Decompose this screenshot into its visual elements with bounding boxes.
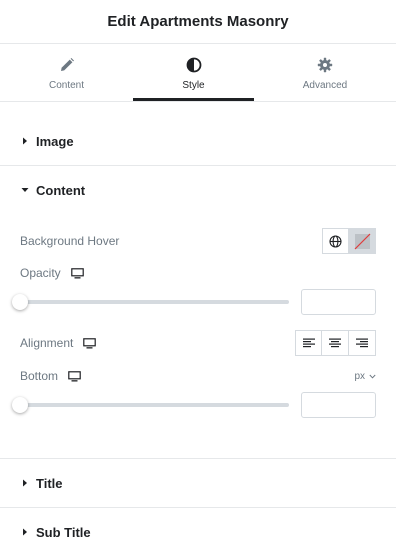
unit-select-value: px — [354, 370, 365, 382]
bottom-input[interactable] — [301, 392, 376, 418]
bottom-label: Bottom — [20, 369, 81, 383]
no-color-icon — [354, 233, 370, 249]
desktop-icon[interactable] — [68, 370, 81, 382]
tab-content-label: Content — [48, 80, 85, 91]
section-image-header[interactable]: Image — [0, 117, 396, 165]
opacity-label: Opacity — [20, 266, 84, 280]
panel-tabs: Content Style Advanced — [0, 44, 396, 102]
opacity-input[interactable] — [301, 289, 376, 315]
background-hover-control: Background Hover — [20, 226, 376, 256]
background-type-group — [322, 228, 376, 254]
caret-right-icon — [23, 137, 27, 145]
panel-header: Edit Apartments Masonry — [0, 0, 396, 44]
opacity-slider-handle[interactable] — [12, 294, 28, 310]
desktop-icon[interactable] — [83, 337, 97, 349]
desktop-icon[interactable] — [70, 267, 84, 279]
align-center-icon — [329, 338, 341, 348]
global-colors-button[interactable] — [322, 228, 349, 254]
alignment-choices — [295, 330, 376, 356]
align-center-button[interactable] — [322, 330, 349, 356]
editor-panel: Edit Apartments Masonry Content Style Ad… — [0, 0, 396, 553]
opacity-control: Opacity — [20, 260, 376, 286]
opacity-slider-row — [12, 289, 376, 315]
clear-color-button[interactable] — [349, 228, 376, 254]
align-left-button[interactable] — [295, 330, 322, 356]
caret-down-icon — [21, 188, 29, 192]
align-right-icon — [356, 338, 368, 348]
gear-icon — [317, 57, 333, 73]
bottom-slider[interactable] — [12, 397, 289, 413]
bottom-slider-row — [12, 392, 376, 418]
alignment-control: Alignment — [20, 329, 376, 357]
tab-content[interactable]: Content — [0, 44, 133, 101]
align-right-button[interactable] — [349, 330, 376, 356]
section-content-header[interactable]: Content — [0, 166, 396, 214]
alignment-label: Alignment — [20, 336, 97, 350]
alignment-label-text: Alignment — [20, 336, 74, 350]
tab-style-label: Style — [182, 80, 205, 91]
section-content-body: Background Hover Opacity Alignment Botto… — [0, 214, 396, 458]
section-title-title: Title — [36, 475, 63, 491]
pencil-icon — [60, 58, 74, 71]
globe-icon — [329, 234, 342, 248]
caret-right-icon — [23, 479, 27, 487]
align-left-icon — [302, 338, 315, 348]
tab-advanced[interactable]: Advanced — [254, 44, 396, 101]
caret-right-icon — [23, 528, 27, 536]
section-subtitle-header[interactable]: Sub Title — [0, 508, 396, 553]
tab-advanced-label: Advanced — [302, 80, 348, 91]
bottom-control: Bottom px — [20, 363, 376, 389]
section-subtitle-title: Sub Title — [36, 524, 91, 540]
section-image-title: Image — [36, 133, 74, 149]
bottom-label-text: Bottom — [20, 369, 59, 383]
unit-select[interactable]: px — [354, 371, 376, 382]
panel-title: Edit Apartments Masonry — [107, 13, 289, 30]
bottom-slider-handle[interactable] — [12, 397, 28, 413]
opacity-label-text: Opacity — [20, 266, 61, 280]
opacity-slider[interactable] — [12, 294, 289, 310]
tab-style[interactable]: Style — [133, 44, 254, 101]
section-title-header[interactable]: Title — [0, 459, 396, 507]
background-hover-label: Background Hover — [20, 234, 120, 248]
contrast-icon — [186, 57, 201, 73]
chevron-down-icon — [369, 374, 376, 379]
section-content-title: Content — [36, 182, 86, 198]
